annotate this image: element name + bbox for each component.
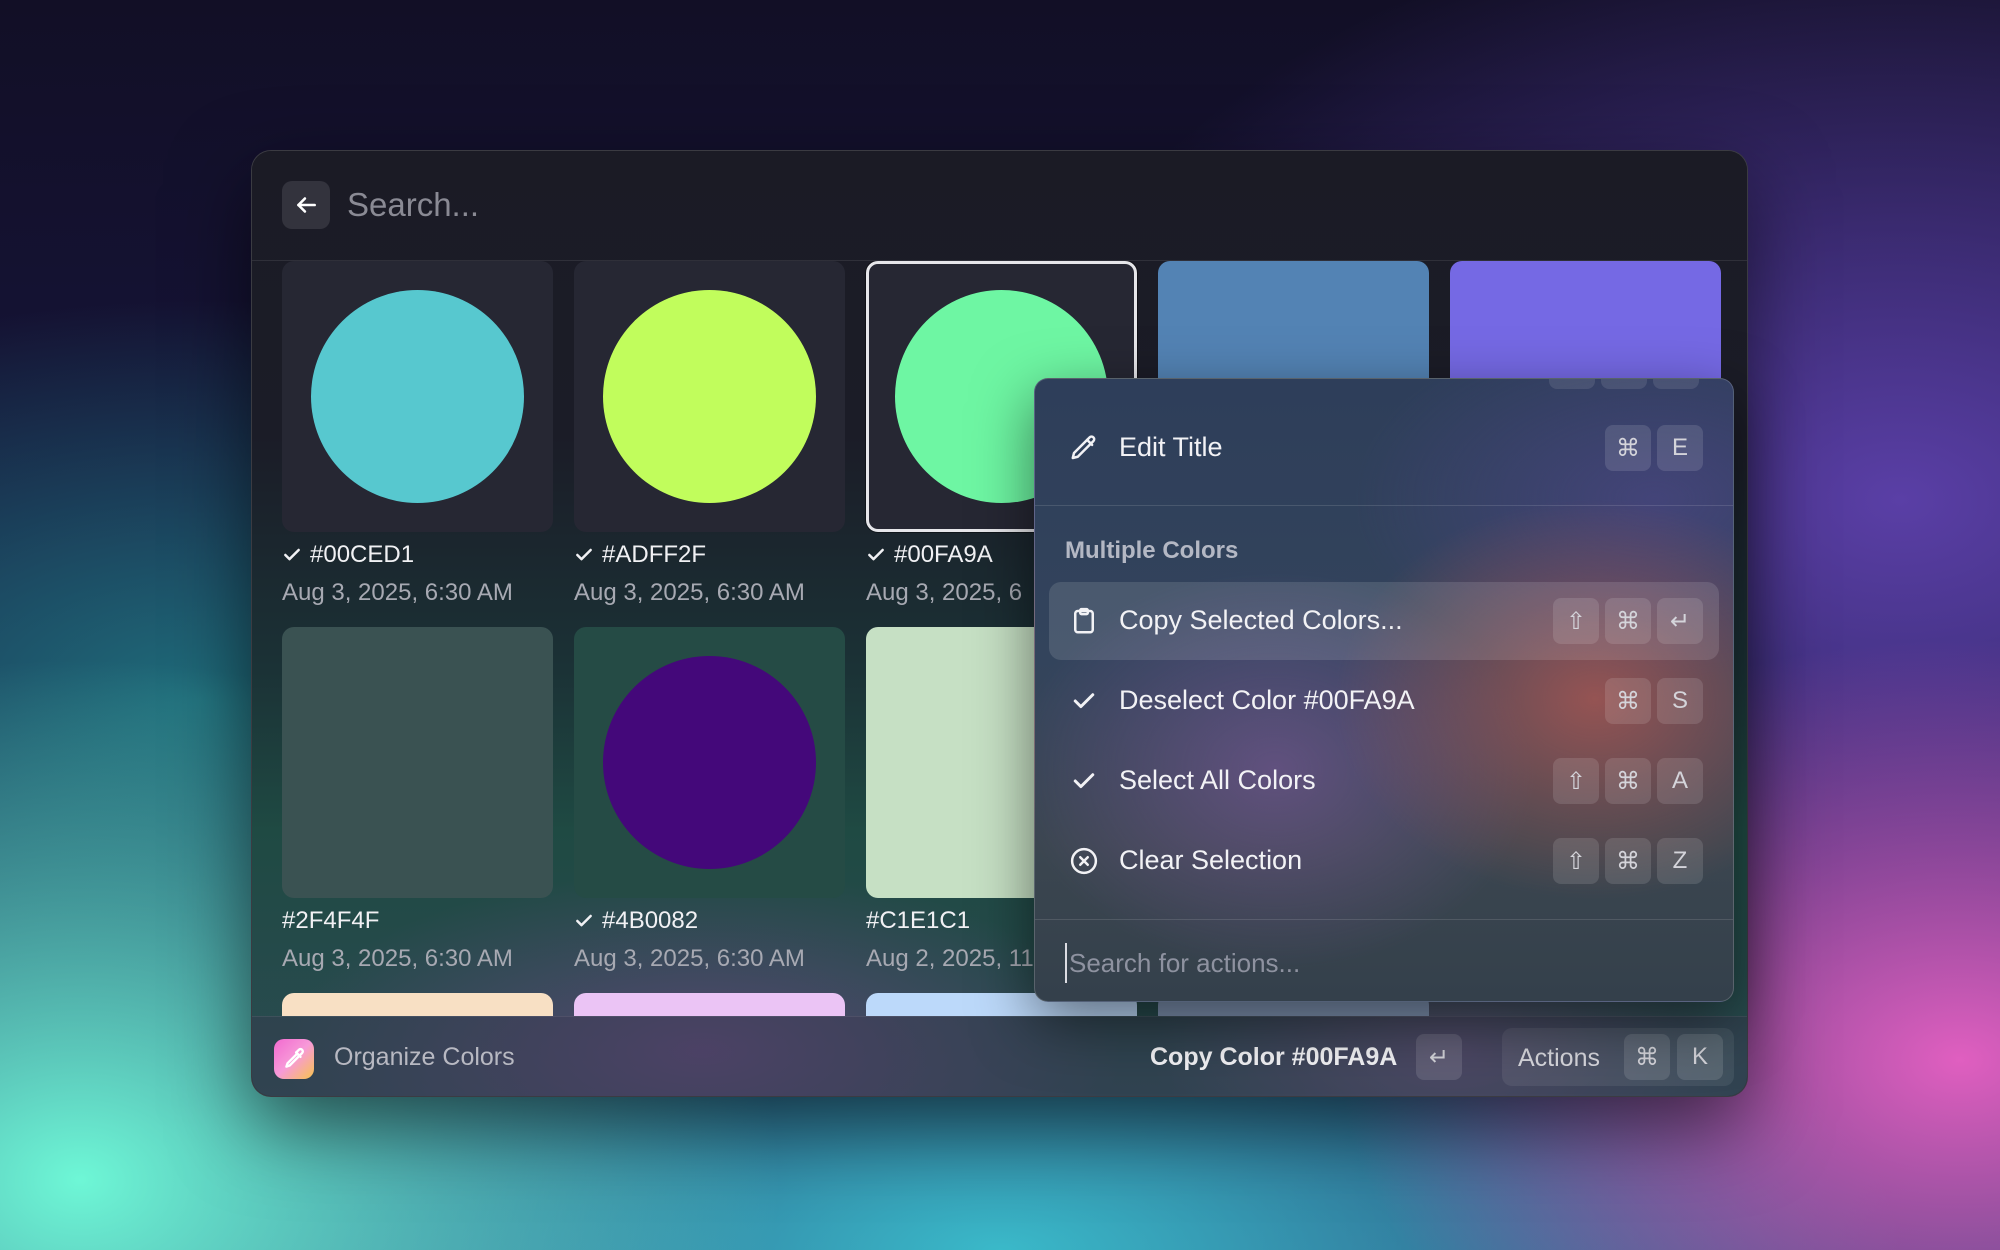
color-date: Aug 3, 2025, 6:30 AM <box>574 945 805 972</box>
clipped-key-hint <box>1601 379 1647 389</box>
actions-label: Actions <box>1518 1044 1600 1072</box>
color-date: Aug 3, 2025, 6:30 AM <box>282 579 513 606</box>
section-title: Multiple Colors <box>1065 537 1239 564</box>
color-date: Aug 3, 2025, 6:30 AM <box>282 945 513 972</box>
footer-bar: Organize Colors Copy Color #00FA9A ↵ Act… <box>252 1016 1747 1096</box>
s-key-hint: S <box>1657 678 1703 724</box>
a-key-hint: A <box>1657 758 1703 804</box>
action-select-all-colors[interactable]: Select All Colors ⇧ ⌘ A <box>1049 742 1719 820</box>
z-key-hint: Z <box>1657 838 1703 884</box>
cmd-key-hint: ⌘ <box>1624 1034 1670 1080</box>
color-date: Aug 3, 2025, 6 <box>866 579 1023 606</box>
cmd-key-hint: ⌘ <box>1605 678 1651 724</box>
pencil-icon <box>1071 435 1096 460</box>
action-edit-title[interactable]: Edit Title ⌘ E <box>1049 409 1719 487</box>
eyedropper-icon <box>285 1048 304 1068</box>
action-label: Edit Title <box>1119 432 1223 462</box>
cmd-key-hint: ⌘ <box>1605 758 1651 804</box>
key-hints: ⌘ E <box>1605 425 1703 471</box>
color-tile[interactable] <box>282 261 553 532</box>
clipped-key-hint <box>1549 379 1595 389</box>
action-label: Deselect Color #00FA9A <box>1119 685 1415 715</box>
action-label: Clear Selection <box>1119 845 1303 875</box>
key-hints: ⌘ S <box>1605 678 1703 724</box>
actions-button[interactable]: Actions ⌘ K <box>1502 1028 1734 1086</box>
color-hex: #2F4F4F <box>282 907 380 934</box>
actions-panel: Edit Title ⌘ E Multiple Colors Copy Sele… <box>1034 378 1734 1002</box>
key-hints: ⇧ ⌘ ↵ <box>1553 598 1703 644</box>
action-copy-selected-colors[interactable]: Copy Selected Colors... ⇧ ⌘ ↵ <box>1049 582 1719 660</box>
check-icon <box>1073 773 1095 789</box>
check-icon <box>284 548 300 561</box>
check-icon <box>1073 693 1095 709</box>
shift-key-hint: ⇧ <box>1553 758 1599 804</box>
app-icon <box>274 1039 314 1079</box>
color-hex: #C1E1C1 <box>866 907 971 934</box>
color-date: Aug 3, 2025, 6:30 AM <box>574 579 805 606</box>
shift-key-hint: ⇧ <box>1553 838 1599 884</box>
key-hints: ⇧ ⌘ A <box>1553 758 1703 804</box>
color-date: Aug 2, 2025, 11 <box>866 945 1034 972</box>
color-hex: #4B0082 <box>574 907 698 935</box>
enter-key-hint: ↵ <box>1657 598 1703 644</box>
actions-search-input[interactable] <box>1065 943 1705 983</box>
divider <box>1035 505 1733 506</box>
cmd-key-hint: ⌘ <box>1605 425 1651 471</box>
color-tile[interactable] <box>282 627 553 898</box>
action-label: Select All Colors <box>1119 765 1316 795</box>
action-deselect-color[interactable]: Deselect Color #00FA9A ⌘ S <box>1049 662 1719 740</box>
k-key-hint: K <box>1677 1034 1723 1080</box>
action-clear-selection[interactable]: Clear Selection ⇧ ⌘ Z <box>1049 822 1719 900</box>
check-icon <box>868 548 884 561</box>
search-header <box>252 151 1747 261</box>
divider <box>1035 919 1733 920</box>
e-key-hint: E <box>1657 425 1703 471</box>
clipped-key-hint <box>1653 379 1699 389</box>
clipboard-icon <box>1074 607 1094 634</box>
action-label: Copy Selected Colors... <box>1119 605 1403 635</box>
x-circle-icon <box>1070 847 1098 875</box>
enter-key-hint: ↵ <box>1416 1034 1462 1080</box>
check-icon <box>576 914 592 927</box>
color-hex: #00FA9A <box>866 541 993 569</box>
color-tile[interactable] <box>574 627 845 898</box>
color-hex: #ADFF2F <box>574 541 706 569</box>
cmd-key-hint: ⌘ <box>1605 838 1651 884</box>
color-tile[interactable] <box>574 261 845 532</box>
color-swatch <box>311 290 524 503</box>
arrow-left-icon <box>297 197 316 213</box>
primary-action-button[interactable]: Copy Color #00FA9A <box>1150 1043 1397 1072</box>
cmd-key-hint: ⌘ <box>1605 598 1651 644</box>
shift-key-hint: ⇧ <box>1553 598 1599 644</box>
color-tile[interactable] <box>282 993 553 1016</box>
back-button[interactable] <box>282 181 330 229</box>
color-hex: #00CED1 <box>282 541 414 569</box>
check-icon <box>576 548 592 561</box>
key-hints: ⇧ ⌘ Z <box>1553 838 1703 884</box>
search-input[interactable] <box>347 179 1247 231</box>
color-swatch <box>603 656 816 869</box>
color-tile[interactable] <box>574 993 845 1016</box>
color-swatch <box>603 290 816 503</box>
footer-title: Organize Colors <box>334 1043 515 1071</box>
